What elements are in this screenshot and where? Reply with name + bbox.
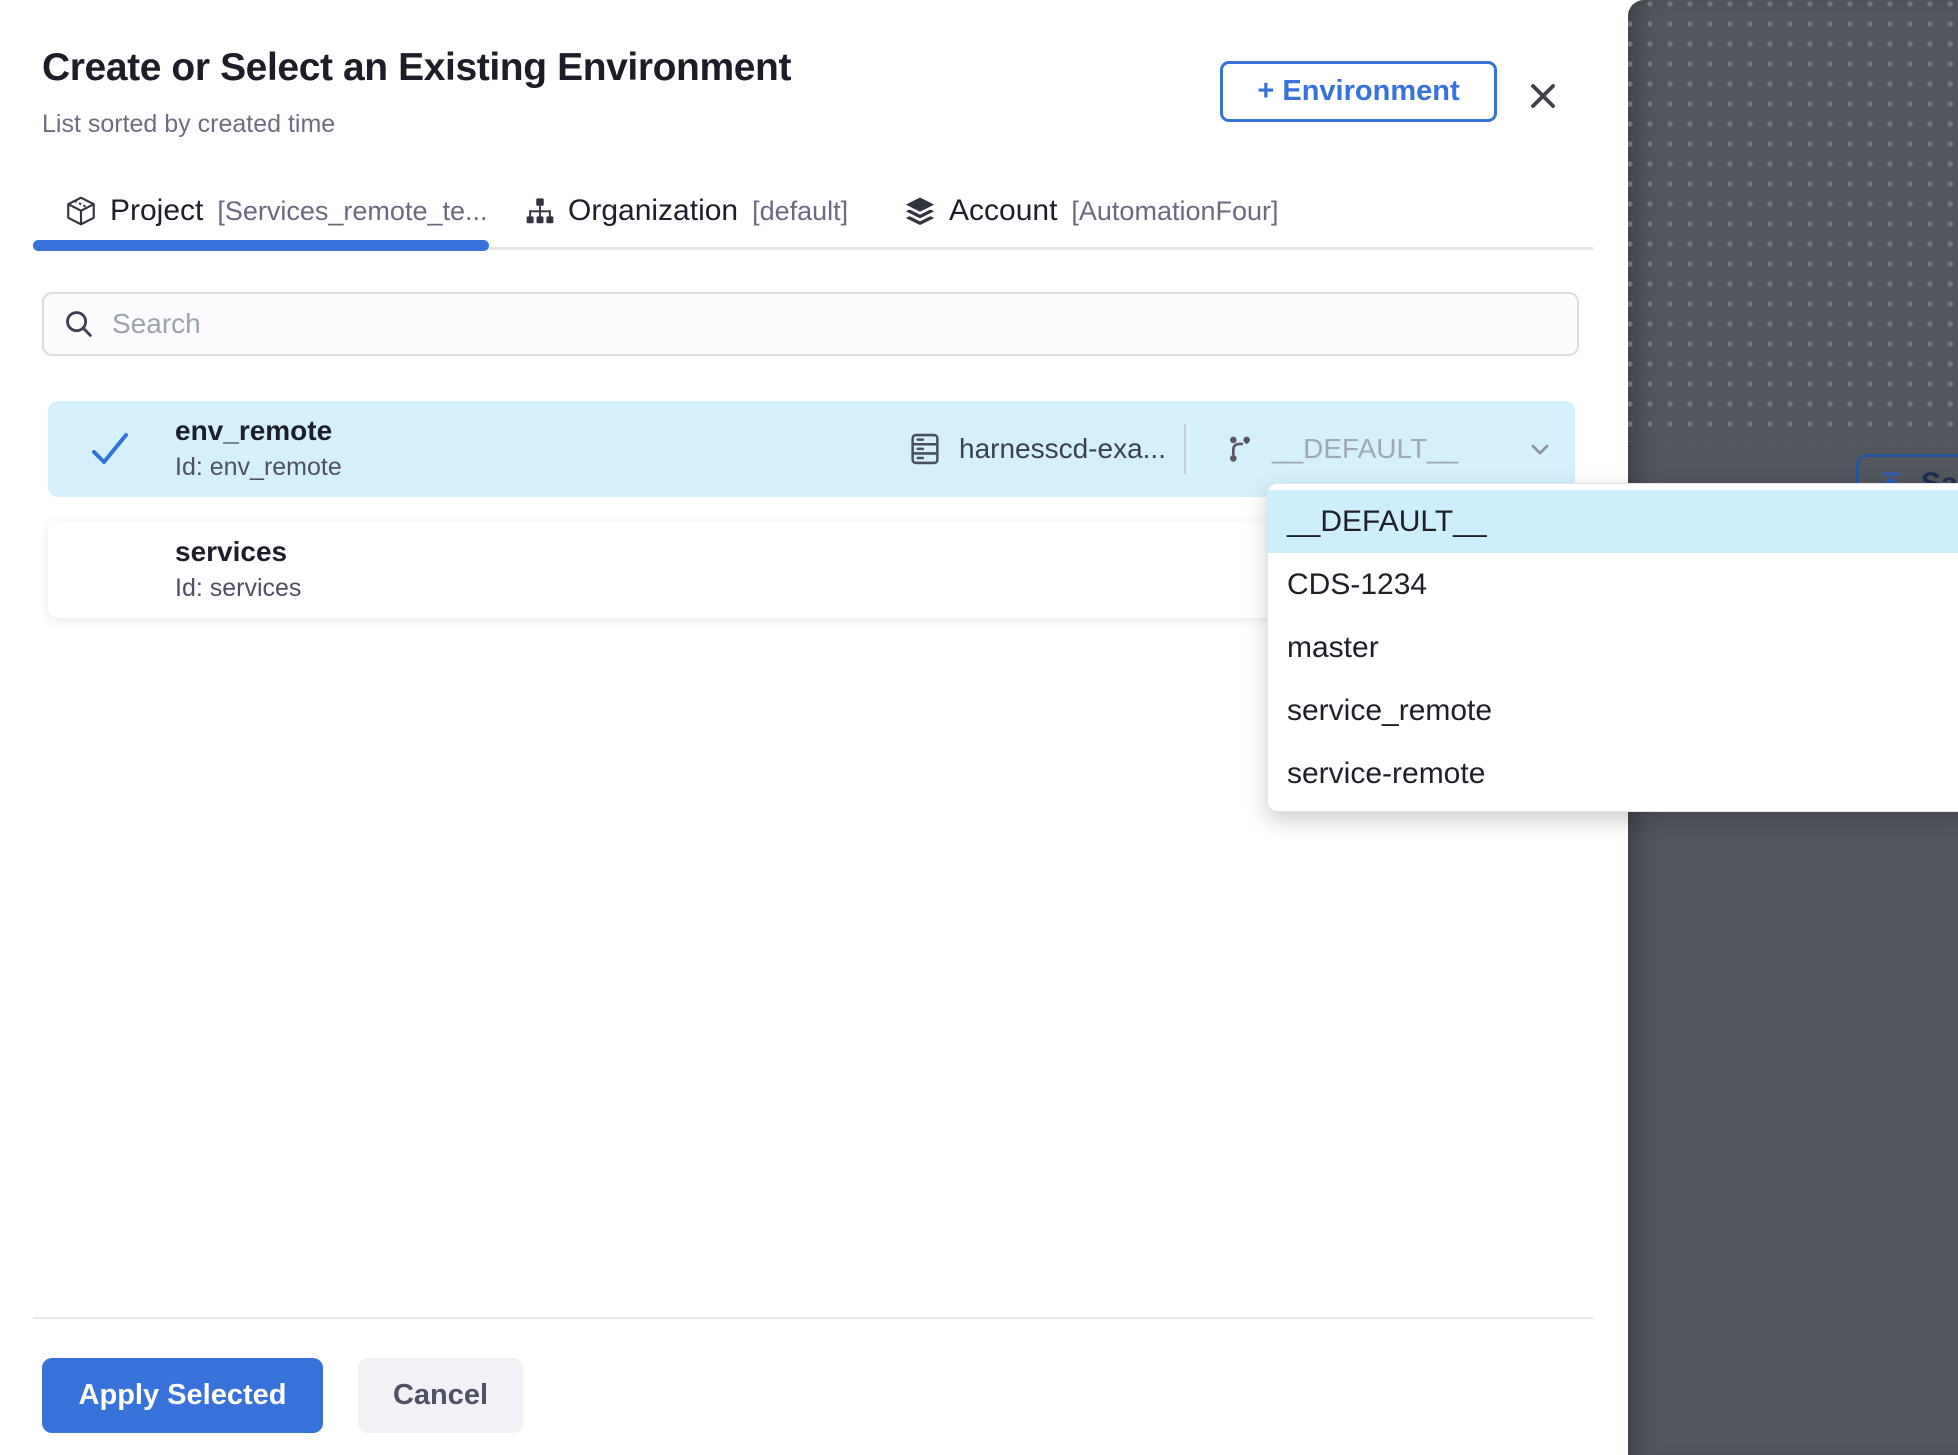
tab-label: Organization <box>568 194 738 228</box>
tab-scope: [Services_remote_te... <box>217 196 487 227</box>
repository-info: harnesscd-exa... <box>906 401 1166 497</box>
dropdown-option-default[interactable]: __DEFAULT__ <box>1268 490 1958 553</box>
tab-scope: [default] <box>752 196 848 227</box>
row-divider <box>1184 424 1186 474</box>
apply-selected-button[interactable]: Apply Selected <box>42 1358 323 1433</box>
dropdown-option-master[interactable]: master <box>1268 616 1958 679</box>
footer-divider <box>33 1317 1593 1319</box>
sitemap-icon <box>524 195 556 227</box>
screen: Create or Select an Existing Environment… <box>0 0 1958 1455</box>
tab-project[interactable]: Project [Services_remote_te... <box>64 184 488 238</box>
canvas-dot-grid <box>1628 0 1958 442</box>
environment-id: Id: services <box>175 574 301 603</box>
close-icon[interactable] <box>1519 72 1567 120</box>
search-input[interactable] <box>112 294 1577 354</box>
check-icon <box>88 429 132 469</box>
cancel-button[interactable]: Cancel <box>358 1358 523 1433</box>
dropdown-option-service-underscore-remote[interactable]: service_remote <box>1268 679 1958 742</box>
environment-info: services Id: services <box>175 536 301 603</box>
tab-account[interactable]: Account [AutomationFour] <box>903 184 1279 238</box>
git-branch-icon <box>1224 433 1256 465</box>
layers-icon <box>903 194 937 228</box>
repository-icon <box>906 430 944 468</box>
environment-name: env_remote <box>175 415 342 447</box>
selected-branch: __DEFAULT__ <box>1272 433 1458 465</box>
tab-scope: [AutomationFour] <box>1071 196 1278 227</box>
environment-name: services <box>175 536 301 568</box>
active-tab-underline <box>33 240 489 251</box>
dropdown-option-cds-1234[interactable]: CDS-1234 <box>1268 553 1958 616</box>
tab-organization[interactable]: Organization [default] <box>524 184 848 238</box>
chevron-down-icon[interactable] <box>1526 435 1554 463</box>
new-environment-button[interactable]: + Environment <box>1220 61 1497 122</box>
repository-name: harnesscd-exa... <box>959 433 1166 465</box>
tab-label: Project <box>110 194 203 228</box>
sort-note: List sorted by created time <box>42 110 335 139</box>
page-title: Create or Select an Existing Environment <box>42 46 791 90</box>
branch-dropdown-menu: __DEFAULT__ CDS-1234 master service_remo… <box>1267 483 1958 812</box>
environment-info: env_remote Id: env_remote <box>175 415 342 482</box>
search-box <box>42 292 1579 356</box>
environment-id: Id: env_remote <box>175 453 342 482</box>
cube-icon <box>64 194 98 228</box>
tab-label: Account <box>949 194 1057 228</box>
dropdown-option-service-dash-remote[interactable]: service-remote <box>1268 742 1958 805</box>
search-icon <box>62 307 96 341</box>
